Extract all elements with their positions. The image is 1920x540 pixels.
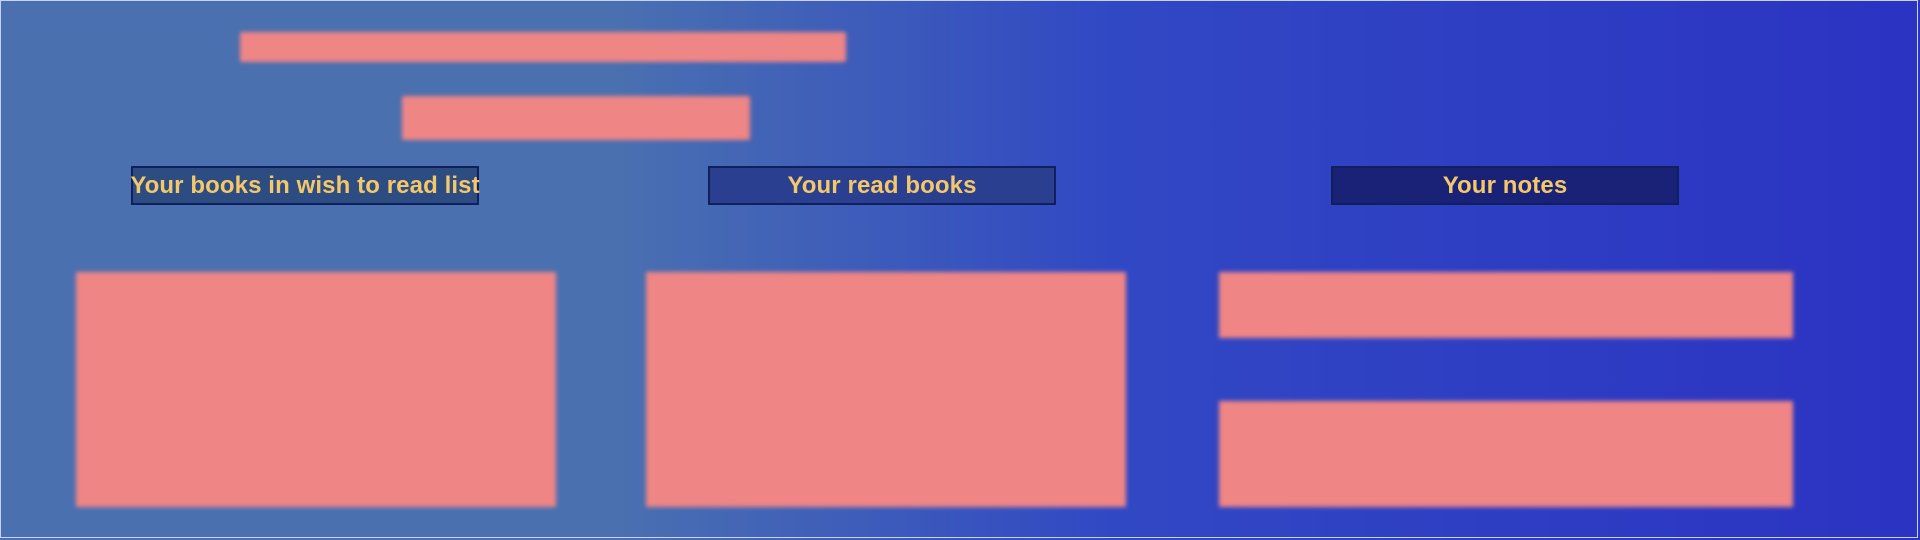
notes-header-button[interactable]: Your notes — [1331, 166, 1679, 205]
read-books-header-label: Your read books — [787, 171, 977, 199]
read-books-content-panel[interactable] — [646, 272, 1126, 507]
wish-list-header-button[interactable]: Your books in wish to read list — [130, 166, 480, 205]
notes-content-panel-bottom[interactable] — [1219, 401, 1793, 507]
top-banner-bar-secondary — [402, 96, 750, 140]
top-banner-bar-primary — [240, 32, 846, 62]
read-books-header-button[interactable]: Your read books — [708, 166, 1056, 205]
wish-list-header-label: Your books in wish to read list — [130, 171, 480, 199]
notes-header-label: Your notes — [1442, 171, 1568, 199]
notes-content-panel-top[interactable] — [1219, 272, 1793, 338]
wish-list-content-panel[interactable] — [76, 272, 556, 507]
